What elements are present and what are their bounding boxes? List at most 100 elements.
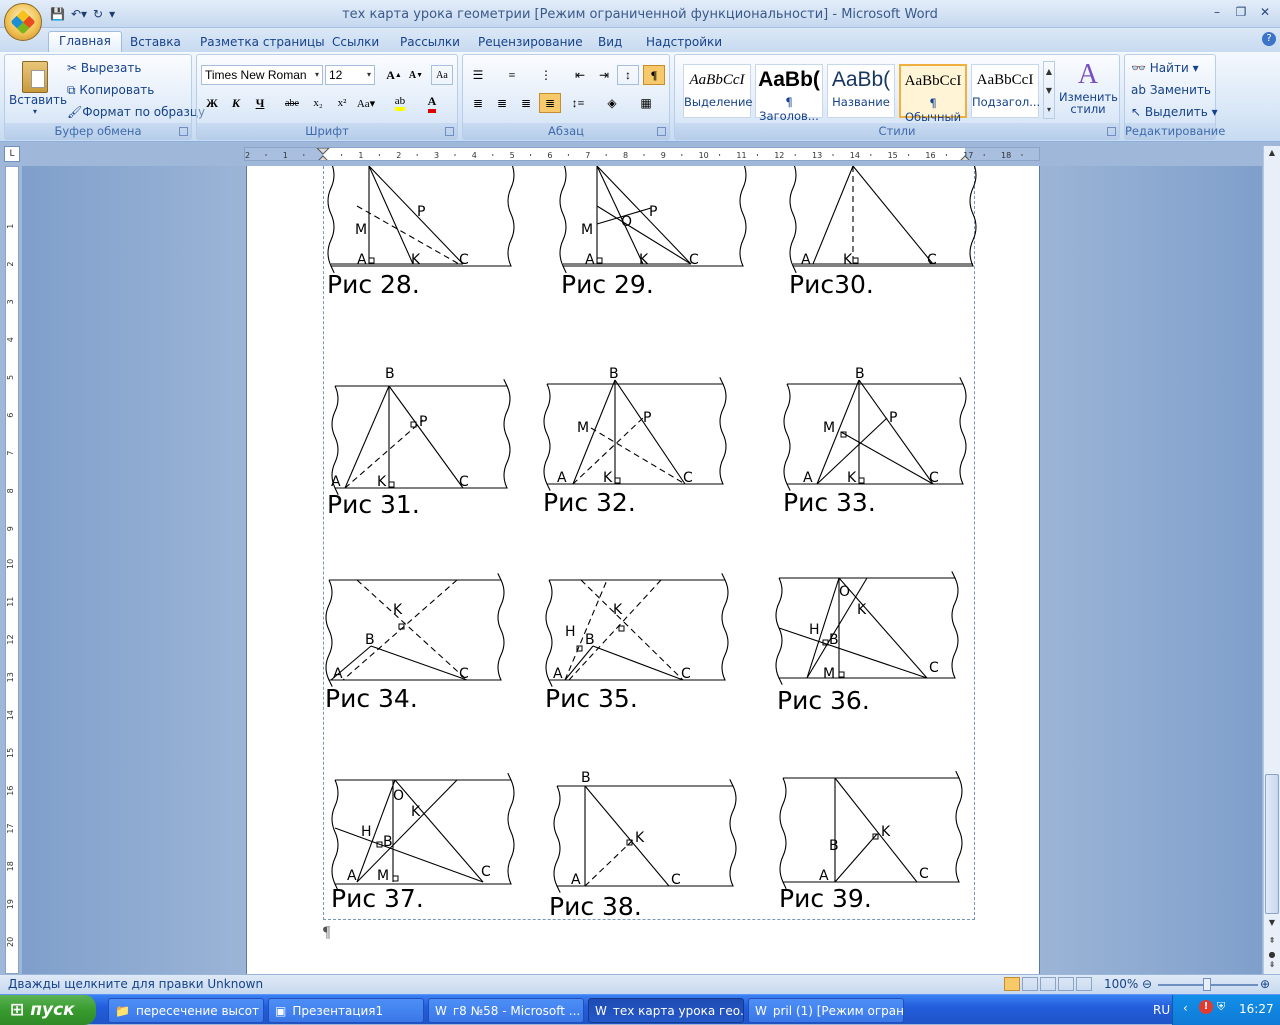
grow-font-button[interactable]: A ▲: [383, 65, 405, 85]
shield-icon[interactable]: ⛨: [1217, 1000, 1225, 1014]
save-icon[interactable]: 💾: [50, 7, 65, 21]
help-icon[interactable]: ?: [1262, 32, 1276, 46]
italic-button[interactable]: К: [225, 93, 247, 113]
status-bar: Дважды щелкните для правки Unknown 100% …: [0, 974, 1280, 994]
bullets-button[interactable]: ☰: [467, 65, 489, 85]
redo-icon[interactable]: ↻: [93, 7, 103, 21]
tab-references[interactable]: Ссылки: [322, 33, 389, 52]
tab-selector[interactable]: L: [4, 146, 20, 162]
clear-format-button[interactable]: Aa: [431, 65, 453, 85]
browse-object-icon[interactable]: ●: [1265, 950, 1279, 960]
tab-addins[interactable]: Надстройки: [636, 33, 732, 52]
show-marks-button[interactable]: ¶: [643, 65, 665, 85]
superscript-button[interactable]: x²: [331, 93, 353, 113]
find-button[interactable]: 👓 Найти ▾: [1131, 61, 1199, 75]
paste-button[interactable]: Вставить ▾: [9, 57, 67, 119]
tab-review[interactable]: Рецензирование: [468, 33, 593, 52]
styles-launcher[interactable]: [1107, 127, 1116, 136]
paragraph-launcher[interactable]: [657, 127, 666, 136]
full-screen-icon[interactable]: [1022, 977, 1038, 991]
close-button[interactable]: ✕: [1254, 4, 1276, 20]
taskbar-item-word-3[interactable]: Wpril (1) [Режим огран...: [748, 998, 904, 1023]
font-color-button[interactable]: A: [421, 93, 443, 113]
tab-page-layout[interactable]: Разметка страницы: [190, 33, 335, 52]
multilevel-list-button[interactable]: ⋮: [535, 65, 557, 85]
outline-icon[interactable]: [1058, 977, 1074, 991]
replace-button[interactable]: ab Заменить: [1131, 83, 1211, 97]
copy-button[interactable]: ⧉ Копировать: [67, 83, 154, 98]
style-heading[interactable]: AaBb(¶ Заголов...: [755, 64, 823, 123]
font-launcher[interactable]: [445, 127, 454, 136]
zoom-slider-thumb[interactable]: [1203, 978, 1211, 991]
shading-button[interactable]: ◈: [601, 93, 623, 113]
caption-37: Рис 37.: [331, 884, 424, 913]
align-left-button[interactable]: ≣: [467, 93, 489, 113]
scroll-up-icon[interactable]: ▲: [1265, 148, 1279, 162]
prev-page-icon[interactable]: ⇞: [1265, 936, 1279, 948]
language-indicator[interactable]: RU: [1153, 1003, 1170, 1017]
highlight-button[interactable]: ab: [389, 93, 411, 113]
draft-icon[interactable]: [1076, 977, 1092, 991]
styles-scroll[interactable]: ▲ ▼ ▾: [1043, 61, 1055, 119]
font-size-combo[interactable]: 12 ▾: [325, 65, 375, 85]
justify-button[interactable]: ≣: [539, 93, 561, 113]
sort-button[interactable]: ↕: [617, 65, 639, 85]
borders-button[interactable]: ▦: [635, 93, 657, 113]
style-title[interactable]: AaBb(Название: [827, 64, 895, 118]
taskbar-item-word-1[interactable]: Wг8 №58 - Microsoft ...: [428, 998, 584, 1023]
subscript-button[interactable]: x₂: [307, 93, 329, 113]
numbering-button[interactable]: ≡: [501, 65, 523, 85]
select-button[interactable]: ↖ Выделить ▾: [1131, 105, 1218, 119]
vertical-ruler[interactable]: 123456789101112131415161718192021: [5, 166, 19, 974]
tab-home[interactable]: Главная: [48, 31, 122, 52]
line-spacing-button[interactable]: ↕≡: [567, 93, 589, 113]
svg-text:13: 13: [6, 672, 15, 682]
web-layout-icon[interactable]: [1040, 977, 1056, 991]
font-name-combo[interactable]: Times New Roman ▾: [201, 65, 323, 85]
svg-text:5: 5: [6, 375, 15, 380]
caption-35: Рис 35.: [545, 684, 638, 713]
vertical-scrollbar[interactable]: ▲ ▼ ⇞ ● ⇟: [1263, 146, 1280, 974]
scroll-down-icon[interactable]: ▼: [1265, 918, 1279, 932]
increase-indent-button[interactable]: ⇥: [593, 65, 615, 85]
zoom-level[interactable]: 100%: [1104, 977, 1138, 991]
underline-button[interactable]: Ч: [249, 93, 271, 113]
align-center-button[interactable]: ≣: [491, 93, 513, 113]
next-page-icon[interactable]: ⇟: [1265, 960, 1279, 972]
maximize-button[interactable]: ❐: [1230, 4, 1252, 20]
shrink-font-button[interactable]: A ▼: [405, 65, 427, 85]
style-emphasis[interactable]: AaBbCcI Выделение: [683, 64, 753, 118]
taskbar-item-powerpoint[interactable]: ▣ Презентация1: [268, 998, 424, 1023]
paragraph-group-label: Абзац: [463, 123, 669, 139]
style-normal[interactable]: AaBbCcI ¶ Обычный: [899, 64, 967, 124]
tab-view[interactable]: Вид: [588, 33, 632, 52]
taskbar-item-word-2[interactable]: Wтех карта урока гео...: [588, 998, 744, 1023]
decrease-indent-button[interactable]: ⇤: [569, 65, 591, 85]
customize-qat-icon[interactable]: ▾: [109, 7, 115, 21]
zoom-in-icon[interactable]: ⊕: [1260, 977, 1270, 991]
style-subtitle[interactable]: AaBbCcI Подзагол...: [971, 64, 1040, 118]
format-painter-button[interactable]: 🖌Формат по образцу: [67, 105, 205, 119]
align-right-button[interactable]: ≣: [515, 93, 537, 113]
tray-arrow-icon[interactable]: ‹: [1183, 1001, 1188, 1015]
change-case-button[interactable]: Aa▾: [355, 93, 377, 113]
document-page[interactable]: AKCPMAKCPMOAKCBAKCPBAKCMPBAKCMPABCKABCKH…: [246, 166, 1040, 974]
svg-text:K: K: [635, 830, 645, 846]
cut-button[interactable]: ✂ Вырезать: [67, 61, 141, 75]
taskbar-item-folder[interactable]: 📁 пересечение высот: [108, 998, 264, 1023]
start-button[interactable]: ⊞ пуск: [0, 995, 96, 1025]
clipboard-launcher[interactable]: [179, 127, 188, 136]
office-button[interactable]: [4, 3, 42, 41]
undo-icon[interactable]: ↶▾: [71, 7, 87, 21]
print-layout-icon[interactable]: [1004, 977, 1020, 991]
tab-insert[interactable]: Вставка: [120, 33, 191, 52]
scroll-thumb[interactable]: [1265, 774, 1279, 914]
horizontal-ruler[interactable]: 2 1 1 2 3 4 5 6 7 8 9 10 11 12 13 14 15 16 17 18: [244, 147, 1040, 161]
minimize-button[interactable]: –: [1206, 4, 1228, 20]
bold-button[interactable]: Ж: [201, 93, 223, 113]
zoom-out-icon[interactable]: ⊖: [1142, 977, 1152, 991]
change-styles-button[interactable]: A Изменить стили: [1059, 59, 1118, 121]
tab-mailings[interactable]: Рассылки: [390, 33, 470, 52]
strikethrough-button[interactable]: abe: [281, 93, 303, 113]
alert-icon[interactable]: !: [1199, 1000, 1213, 1014]
